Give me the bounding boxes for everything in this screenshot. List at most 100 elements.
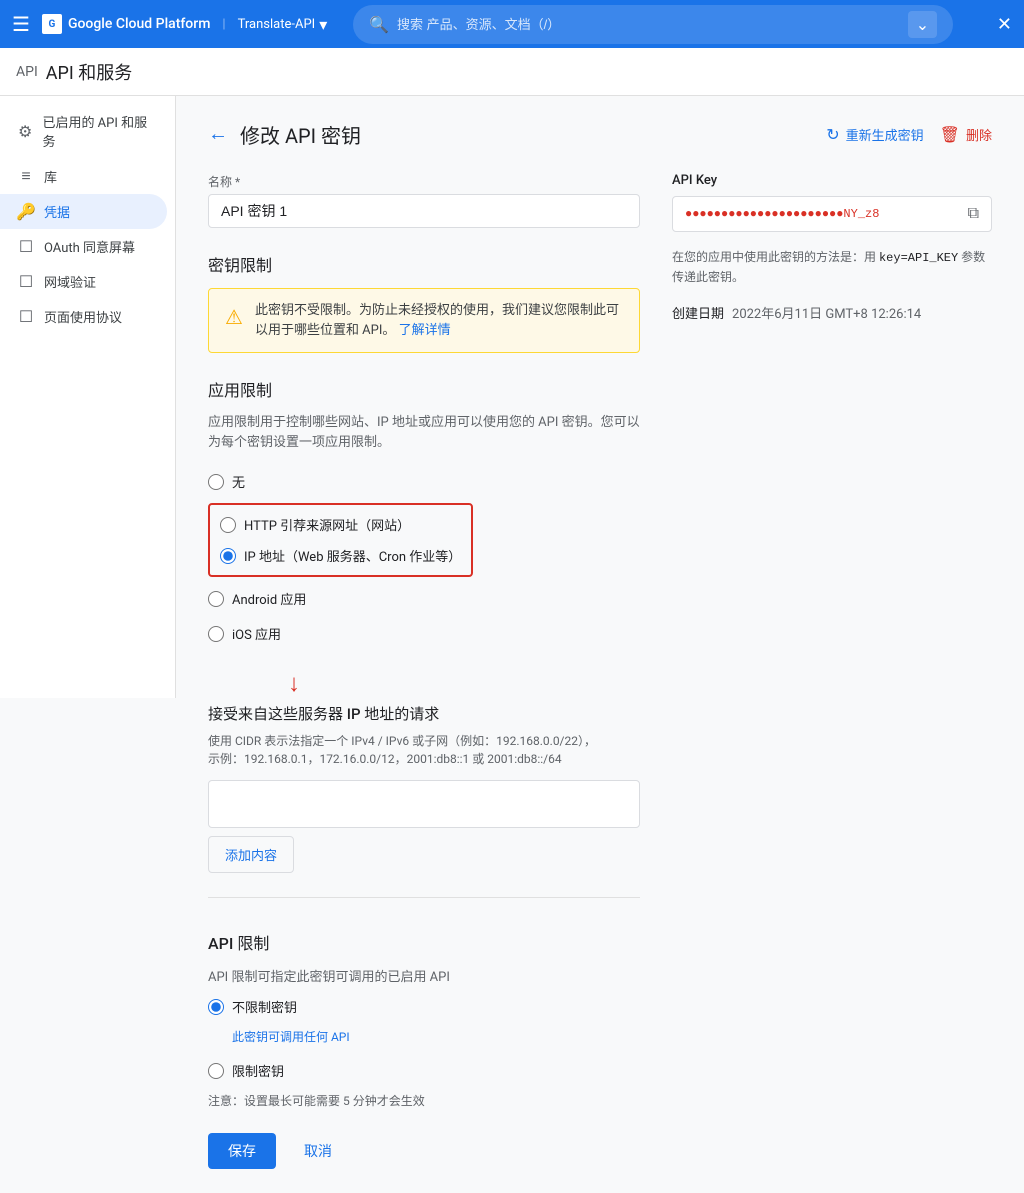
sidebar-item-credentials[interactable]: 🔑 凭据 xyxy=(0,194,167,229)
regenerate-icon: ↻ xyxy=(826,125,839,145)
sidebar-label-usage: 页面使用协议 xyxy=(44,307,122,326)
api-usage-text: 在您的应用中使用此密钥的方法是：用 key=API_KEY 参数传递此密钥。 xyxy=(672,248,992,287)
key-restriction-title: 密钥限制 xyxy=(208,252,640,276)
radio-none[interactable]: 无 xyxy=(208,468,640,495)
footer-actions: 保存 取消 xyxy=(208,1133,640,1169)
ip-section-title: 接受来自这些服务器 IP 地址的请求 xyxy=(208,703,640,724)
app-logo: G Google Cloud Platform xyxy=(42,14,210,34)
warning-box: ⚠ 此密钥不受限制。为防止未经授权的使用，我们建议您限制此可以用于哪些位置和 A… xyxy=(208,288,640,353)
project-dropdown-icon: ▾ xyxy=(319,15,327,34)
api-key-value-row: ●●●●●●●●●●●●●●●●●●●●●●NY_z8 ⧉ xyxy=(672,196,992,232)
radio-android-label: Android 应用 xyxy=(232,589,306,608)
api-label: API xyxy=(16,64,38,80)
save-button[interactable]: 保存 xyxy=(208,1133,276,1169)
cancel-button[interactable]: 取消 xyxy=(288,1133,348,1169)
ip-input-container xyxy=(208,780,640,828)
radio-unlimited-label: 不限制密钥 xyxy=(232,997,297,1016)
back-button[interactable]: ← xyxy=(208,123,228,146)
sidebar-item-usage[interactable]: ☐ 页面使用协议 xyxy=(0,299,167,334)
sub-nav-title: API 和服务 xyxy=(46,59,132,85)
app-title: Google Cloud Platform xyxy=(68,16,210,32)
menu-icon[interactable]: ☰ xyxy=(12,12,30,36)
copy-key-button[interactable]: ⧉ xyxy=(968,205,979,223)
content-left: 名称 * 密钥限制 ⚠ 此密钥不受限制。为防止未经授权的使用，我们建议您限制此可… xyxy=(208,173,640,1169)
created-date-value: 2022年6月11日 GMT+8 12:26:14 xyxy=(732,303,921,322)
sidebar-label-credentials: 凭据 xyxy=(44,202,70,221)
ip-section-desc: 使用 CIDR 表示法指定一个 IPv4 / IPv6 或子网（例如：192.1… xyxy=(208,732,640,768)
radio-unlimited[interactable]: 不限制密钥 xyxy=(208,997,640,1016)
library-icon: ≡ xyxy=(16,166,36,186)
radio-http-input[interactable] xyxy=(220,517,236,533)
content-right: API Key ●●●●●●●●●●●●●●●●●●●●●●NY_z8 ⧉ 在您… xyxy=(672,173,992,1169)
sidebar-item-oauth[interactable]: ☐ OAuth 同意屏幕 xyxy=(0,229,167,264)
top-navigation: ☰ G Google Cloud Platform | Translate-AP… xyxy=(0,0,1024,48)
page-header: ← 修改 API 密钥 ↻ 重新生成密钥 🗑 删除 xyxy=(208,120,992,149)
arrow-indicator: ↓ xyxy=(288,671,640,695)
radio-android-input[interactable] xyxy=(208,591,224,607)
domain-icon: ☐ xyxy=(16,272,36,291)
radio-ios-input[interactable] xyxy=(208,626,224,642)
key-restriction-section: 密钥限制 ⚠ 此密钥不受限制。为防止未经授权的使用，我们建议您限制此可以用于哪些… xyxy=(208,252,640,353)
radio-limited-input[interactable] xyxy=(208,1063,224,1079)
gcp-logo-icon: G xyxy=(42,14,62,34)
close-panel-button[interactable]: ✕ xyxy=(997,14,1012,35)
settings-icon: ⚙ xyxy=(16,122,34,141)
api-limit-section: API 限制 API 限制可指定此密钥可调用的已启用 API 不限制密钥 此密钥… xyxy=(208,930,640,1109)
main-layout: ⚙ 已启用的 API 和服务 ≡ 库 🔑 凭据 ☐ OAuth 同意屏幕 ☐ 网… xyxy=(0,96,1024,1193)
radio-ios[interactable]: iOS 应用 xyxy=(208,620,640,647)
page-title: 修改 API 密钥 xyxy=(240,120,814,149)
radio-http-label: HTTP 引荐来源网址（网站） xyxy=(244,515,410,534)
section-divider xyxy=(208,897,640,898)
delete-key-button[interactable]: 🗑 删除 xyxy=(940,125,992,145)
warning-text: 此密钥不受限制。为防止未经授权的使用，我们建议您限制此可以用于哪些位置和 API… xyxy=(255,301,623,340)
sidebar-label-enabled-apis: 已启用的 API 和服务 xyxy=(42,112,151,150)
app-restriction-desc: 应用限制用于控制哪些网站、IP 地址或应用可以使用您的 API 密钥。您可以为每… xyxy=(208,413,640,452)
credentials-icon: 🔑 xyxy=(16,202,36,221)
sidebar-label-oauth: OAuth 同意屏幕 xyxy=(44,237,135,256)
search-bar[interactable]: 🔍 ⌄ xyxy=(353,5,953,44)
radio-unlimited-input[interactable] xyxy=(208,999,224,1015)
project-selector[interactable]: Translate-API ▾ xyxy=(238,15,328,34)
highlighted-options-box: HTTP 引荐来源网址（网站） IP 地址（Web 服务器、Cron 作业等） xyxy=(208,503,473,577)
app-restriction-title: 应用限制 xyxy=(208,377,640,401)
sidebar-item-domain[interactable]: ☐ 网域验证 xyxy=(0,264,167,299)
oauth-icon: ☐ xyxy=(16,237,36,256)
name-input[interactable] xyxy=(208,194,640,228)
page-actions: ↻ 重新生成密钥 🗑 删除 xyxy=(826,125,992,145)
nav-right-actions: ✕ xyxy=(997,14,1012,35)
sidebar-item-enabled-apis[interactable]: ⚙ 已启用的 API 和服务 xyxy=(0,104,167,158)
usage-icon: ☐ xyxy=(16,307,36,326)
search-input[interactable] xyxy=(397,17,900,32)
api-key-text: ●●●●●●●●●●●●●●●●●●●●●●NY_z8 xyxy=(685,207,960,221)
ip-section: 接受来自这些服务器 IP 地址的请求 使用 CIDR 表示法指定一个 IPv4 … xyxy=(208,703,640,873)
radio-http[interactable]: HTTP 引荐来源网址（网站） xyxy=(220,511,461,538)
delete-label: 删除 xyxy=(966,125,992,144)
radio-limited[interactable]: 限制密钥 xyxy=(208,1061,640,1080)
api-limit-desc: API 限制可指定此密钥可调用的已启用 API xyxy=(208,966,640,985)
content-row: 名称 * 密钥限制 ⚠ 此密钥不受限制。为防止未经授权的使用，我们建议您限制此可… xyxy=(208,173,992,1169)
radio-ip[interactable]: IP 地址（Web 服务器、Cron 作业等） xyxy=(220,542,461,569)
sidebar-item-library[interactable]: ≡ 库 xyxy=(0,158,167,194)
main-content: ← 修改 API 密钥 ↻ 重新生成密钥 🗑 删除 名称 * xyxy=(176,96,1024,1193)
name-section: 名称 * xyxy=(208,173,640,228)
api-limit-radio-group: 不限制密钥 此密钥可调用任何 API 限制密钥 xyxy=(208,997,640,1084)
radio-ios-label: iOS 应用 xyxy=(232,624,281,643)
search-expand-icon[interactable]: ⌄ xyxy=(908,11,937,38)
app-restriction-section: 应用限制 应用限制用于控制哪些网站、IP 地址或应用可以使用您的 API 密钥。… xyxy=(208,377,640,647)
created-date-row: 创建日期 2022年6月11日 GMT+8 12:26:14 xyxy=(672,303,992,322)
sidebar: ⚙ 已启用的 API 和服务 ≡ 库 🔑 凭据 ☐ OAuth 同意屏幕 ☐ 网… xyxy=(0,96,176,698)
sidebar-label-domain: 网域验证 xyxy=(44,272,96,291)
radio-android[interactable]: Android 应用 xyxy=(208,585,640,612)
warning-icon: ⚠ xyxy=(225,302,243,332)
add-ip-button[interactable]: 添加内容 xyxy=(208,836,294,873)
name-field-label: 名称 * xyxy=(208,173,640,190)
regenerate-key-button[interactable]: ↻ 重新生成密钥 xyxy=(826,125,923,145)
radio-none-input[interactable] xyxy=(208,474,224,490)
radio-ip-input[interactable] xyxy=(220,548,236,564)
api-key-label: API Key xyxy=(672,173,992,188)
sub-navigation: API API 和服务 xyxy=(0,48,1024,96)
api-key-code: key=API_KEY xyxy=(879,251,958,265)
created-date-label: 创建日期 xyxy=(672,303,724,322)
delete-icon: 🗑 xyxy=(940,125,960,145)
learn-more-link[interactable]: 了解详情 xyxy=(399,323,451,338)
